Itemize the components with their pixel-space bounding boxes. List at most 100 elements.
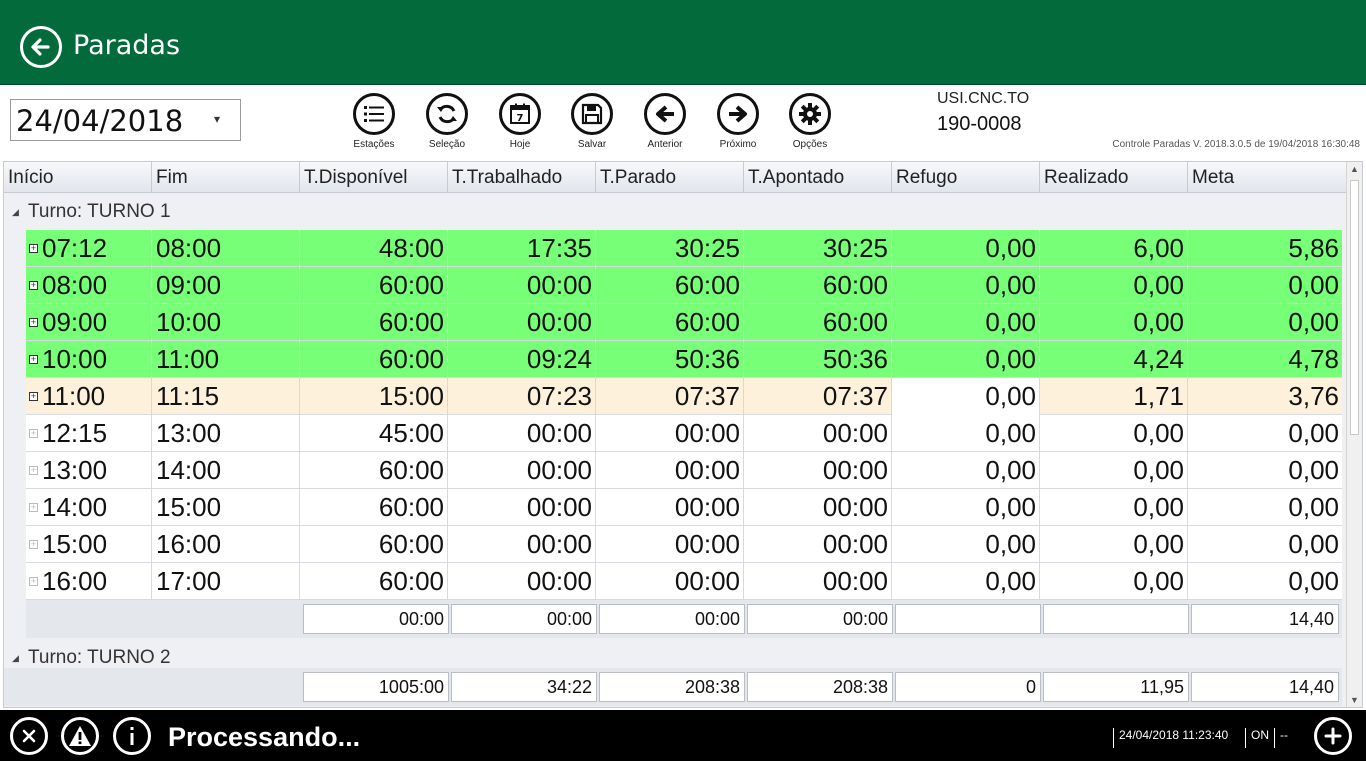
cell-fim: 14:00 bbox=[152, 452, 300, 489]
cell-t-trabalhado: 00:00 bbox=[448, 304, 596, 341]
group-row-turno-1[interactable]: ◢ Turno: TURNO 1 bbox=[4, 194, 1348, 230]
table-row[interactable]: +13:00 14:00 60:00 00:00 00:00 00:00 0,00 0,00 0… bbox=[26, 452, 1342, 489]
summary-meta: 14,40 bbox=[1191, 604, 1339, 634]
column-header-fim[interactable]: Fim bbox=[152, 162, 300, 193]
plus-icon bbox=[1324, 727, 1342, 745]
table-row[interactable]: +07:12 08:00 48:00 17:35 30:25 30:25 0,00 6,00 5… bbox=[26, 230, 1342, 267]
cell-t-apontado: 00:00 bbox=[744, 452, 892, 489]
cell-refugo: 0,00 bbox=[892, 267, 1040, 304]
scroll-thumb[interactable] bbox=[1350, 180, 1359, 435]
close-icon bbox=[22, 729, 36, 743]
cell-fim: 13:00 bbox=[152, 415, 300, 452]
column-header-t-trabalhado[interactable]: T.Trabalhado bbox=[448, 162, 596, 193]
status-bar: Processando... 24/04/2018 11:23:40 ON -- bbox=[0, 710, 1366, 761]
cell-inicio: 12:15 bbox=[26, 415, 152, 452]
station-name: USI.CNC.TO bbox=[937, 90, 1030, 107]
cell-t-parado: 00:00 bbox=[596, 489, 744, 526]
page-title: Paradas bbox=[73, 30, 181, 61]
hoje-button[interactable]: 7 Hoje bbox=[487, 93, 553, 153]
cell-t-disponivel: 60:00 bbox=[300, 526, 448, 563]
cell-t-trabalhado: 00:00 bbox=[448, 452, 596, 489]
cell-fim: 17:00 bbox=[152, 563, 300, 600]
proximo-button[interactable]: Próximo bbox=[705, 93, 771, 153]
cell-fim: 11:15 bbox=[152, 378, 300, 415]
cell-t-trabalhado: 00:00 bbox=[448, 415, 596, 452]
table-row[interactable]: +09:00 10:00 60:00 00:00 60:00 60:00 0,00 0,00 0… bbox=[26, 304, 1342, 341]
cell-meta: 0,00 bbox=[1288, 418, 1339, 448]
warning-icon bbox=[69, 726, 91, 746]
table-row[interactable]: +10:00 11:00 60:00 09:24 50:36 50:36 0,00 4,24 4… bbox=[26, 341, 1342, 378]
table-row[interactable]: +16:00 17:00 60:00 00:00 00:00 00:00 0,00 0,00 0… bbox=[26, 563, 1342, 600]
warning-button[interactable] bbox=[61, 717, 99, 755]
arrow-right-icon bbox=[729, 105, 747, 123]
list-icon bbox=[364, 106, 384, 122]
cell-inicio: 13:00 bbox=[26, 452, 152, 489]
cell-refugo: 0,00 bbox=[892, 415, 1040, 452]
date-value: 24/04/2018 bbox=[16, 104, 184, 138]
cell-meta: 0,00 bbox=[1288, 307, 1339, 337]
cell-refugo: 0,00 bbox=[892, 489, 1040, 526]
cell-meta: 0,00 bbox=[1288, 529, 1339, 559]
opcoes-button[interactable]: Opções bbox=[777, 93, 843, 153]
cell-meta: 0,00 bbox=[1288, 492, 1339, 522]
cell-inicio: 08:00 bbox=[26, 267, 152, 304]
vertical-scrollbar[interactable]: ▲ ▼ bbox=[1346, 162, 1362, 707]
cell-realizado: 0,00 bbox=[1040, 304, 1188, 341]
cell-refugo: 0,00 bbox=[892, 526, 1040, 563]
table-row[interactable]: +11:00 11:15 15:00 07:23 07:37 07:37 0,00 1,71 3… bbox=[26, 378, 1342, 415]
summary-refugo bbox=[895, 604, 1041, 634]
column-header-meta[interactable]: Meta bbox=[1188, 162, 1348, 193]
cell-t-parado: 50:36 bbox=[596, 341, 744, 378]
estacoes-button[interactable]: Estações bbox=[341, 93, 407, 153]
cell-t-disponivel: 60:00 bbox=[300, 489, 448, 526]
cell-t-apontado: 00:00 bbox=[744, 526, 892, 563]
arrow-left-icon bbox=[31, 38, 50, 56]
cell-meta: 5,86 bbox=[1288, 233, 1339, 263]
cell-meta: 0,00 bbox=[1288, 270, 1339, 300]
column-header-t-apontado[interactable]: T.Apontado bbox=[744, 162, 892, 193]
table-row[interactable]: +08:00 09:00 60:00 00:00 60:00 60:00 0,00 0,00 0… bbox=[26, 267, 1342, 304]
scroll-down-icon[interactable]: ▼ bbox=[1350, 695, 1359, 705]
column-header-t-parado[interactable]: T.Parado bbox=[596, 162, 744, 193]
cell-inicio: 14:00 bbox=[26, 489, 152, 526]
table-row[interactable]: +12:15 13:00 45:00 00:00 00:00 00:00 0,00 0,00 0… bbox=[26, 415, 1342, 452]
status-extra: -- bbox=[1274, 728, 1288, 748]
info-button[interactable] bbox=[113, 717, 151, 755]
table-row[interactable]: +14:00 15:00 60:00 00:00 00:00 00:00 0,00 0,00 0… bbox=[26, 489, 1342, 526]
column-header-refugo[interactable]: Refugo bbox=[892, 162, 1040, 193]
add-button[interactable] bbox=[1314, 717, 1352, 755]
scroll-up-icon[interactable]: ▲ bbox=[1350, 164, 1359, 174]
close-button[interactable] bbox=[10, 717, 48, 755]
anterior-button[interactable]: Anterior bbox=[632, 93, 698, 153]
cell-refugo: 0,00 bbox=[892, 563, 1040, 600]
cell-t-trabalhado: 09:24 bbox=[448, 341, 596, 378]
app-header: Paradas bbox=[0, 0, 1366, 85]
salvar-button[interactable]: Salvar bbox=[559, 93, 625, 153]
column-header-t-disponivel[interactable]: T.Disponível bbox=[300, 162, 448, 193]
cell-t-parado: 00:00 bbox=[596, 452, 744, 489]
cell-t-disponivel: 60:00 bbox=[300, 267, 448, 304]
cell-fim: 11:00 bbox=[152, 341, 300, 378]
cell-t-parado: 60:00 bbox=[596, 304, 744, 341]
summary-t-disponivel: 00:00 bbox=[303, 604, 449, 634]
cell-inicio: 10:00 bbox=[26, 341, 152, 378]
date-picker[interactable]: 24/04/2018 ▾ bbox=[10, 99, 241, 141]
group-label: Turno: TURNO 2 bbox=[28, 647, 171, 668]
cell-t-trabalhado: 00:00 bbox=[448, 267, 596, 304]
totals-row: 1005:00 34:22 208:38 208:38 0 11,95 14,4… bbox=[4, 668, 1342, 706]
cell-refugo: 0,00 bbox=[892, 304, 1040, 341]
selecao-button[interactable]: Seleção bbox=[414, 93, 480, 153]
paradas-grid[interactable]: Início Fim T.Disponível T.Trabalhado T.P… bbox=[3, 161, 1363, 708]
cell-refugo: 0,00 bbox=[892, 230, 1040, 267]
cell-refugo: 0,00 bbox=[892, 341, 1040, 378]
column-header-inicio[interactable]: Início bbox=[4, 162, 152, 193]
cell-realizado: 0,00 bbox=[1040, 563, 1188, 600]
back-button[interactable] bbox=[20, 26, 62, 68]
status-mode: ON bbox=[1245, 728, 1269, 748]
cell-inicio: 15:00 bbox=[26, 526, 152, 563]
cell-t-parado: 30:25 bbox=[596, 230, 744, 267]
table-row[interactable]: +15:00 16:00 60:00 00:00 00:00 00:00 0,00 0,00 0… bbox=[26, 526, 1342, 563]
cell-t-apontado: 00:00 bbox=[744, 563, 892, 600]
cell-t-disponivel: 60:00 bbox=[300, 452, 448, 489]
column-header-realizado[interactable]: Realizado bbox=[1040, 162, 1188, 193]
